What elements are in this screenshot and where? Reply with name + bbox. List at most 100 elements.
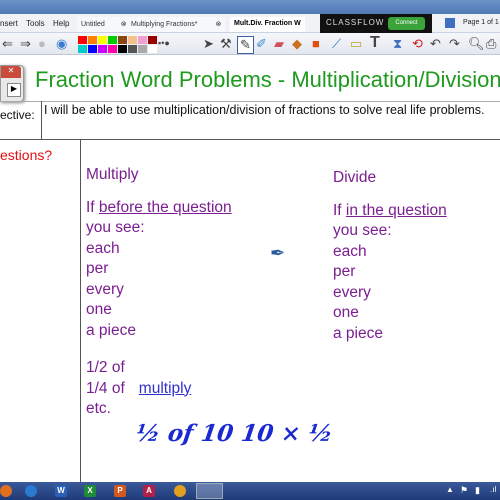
- color-swatch[interactable]: [148, 36, 157, 44]
- highlighter-icon[interactable]: ✐: [256, 36, 267, 52]
- signal-icon[interactable]: .ıl: [490, 485, 496, 494]
- access-icon[interactable]: A: [143, 485, 155, 497]
- classflow-logo: CLASSFLOW: [326, 18, 385, 27]
- multiply-link[interactable]: multiply: [139, 380, 192, 397]
- objective-label: ective:: [0, 108, 35, 122]
- eraser-icon[interactable]: ▰: [274, 36, 284, 52]
- color-swatch[interactable]: [108, 36, 117, 44]
- reveal-icon[interactable]: ⧗: [393, 36, 402, 52]
- keyword: one: [86, 301, 112, 318]
- keyword: a piece: [86, 321, 136, 339]
- close-tab-icon[interactable]: ⊗: [215, 21, 221, 28]
- if-prefix: If: [86, 198, 99, 216]
- network-icon[interactable]: [25, 485, 37, 497]
- keyword: every: [86, 280, 124, 298]
- color-swatch[interactable]: [98, 45, 107, 53]
- tab-label: Multiplying Fractions*: [131, 21, 198, 28]
- action-center-flag-icon[interactable]: ⚑: [460, 485, 468, 496]
- color-swatch[interactable]: [118, 45, 127, 53]
- window-title-bar: [0, 0, 500, 14]
- close-tab-icon[interactable]: ⊗: [121, 21, 127, 28]
- tools-icon[interactable]: ⚒: [220, 36, 232, 52]
- color-swatch[interactable]: [148, 45, 157, 53]
- printer-icon[interactable]: ⎙: [486, 36, 496, 52]
- you-see: you see:: [333, 222, 392, 239]
- keyword: a piece: [333, 324, 383, 342]
- redo-icon[interactable]: ↷: [449, 36, 460, 52]
- menu-insert[interactable]: nsert: [0, 19, 18, 28]
- color-swatch[interactable]: [108, 45, 117, 53]
- divider: [0, 101, 500, 102]
- color-swatch[interactable]: [88, 45, 97, 53]
- select-icon[interactable]: ➤: [203, 36, 214, 52]
- divide-column: Divide If in the question you see: each …: [333, 168, 447, 344]
- color-swatch[interactable]: [88, 36, 97, 44]
- divider: [41, 101, 42, 139]
- undo-icon[interactable]: ↶: [430, 36, 441, 52]
- before-the-question-link[interactable]: before the question: [99, 199, 232, 216]
- fraction-example: 1/4 of: [86, 379, 125, 397]
- color-swatch[interactable]: [128, 45, 137, 53]
- color-swatch[interactable]: [78, 45, 87, 53]
- menu-tools[interactable]: Tools: [26, 19, 45, 28]
- color-swatch[interactable]: [138, 36, 147, 44]
- activinspire-taskbar-button[interactable]: [196, 483, 223, 499]
- next-page-icon[interactable]: ⇒: [20, 36, 31, 52]
- chrome-icon[interactable]: [174, 485, 186, 497]
- slide-title: Fraction Word Problems - Multiplication/…: [35, 67, 500, 92]
- tab-mult-div-fraction[interactable]: Mult.Div. Fraction W: [230, 17, 305, 32]
- pen-width-icon[interactable]: ▪•●: [158, 38, 170, 48]
- show-hidden-icons[interactable]: ▲: [446, 485, 454, 494]
- divider: [80, 139, 81, 482]
- keyword: each: [333, 242, 367, 260]
- firefox-icon[interactable]: [0, 485, 12, 497]
- taskbar: W X P A ▲ ⚑ ▮ .ıl: [0, 482, 500, 500]
- you-see: you see:: [86, 219, 145, 236]
- browser-icon[interactable]: ◉: [56, 36, 67, 52]
- pen-cursor-icon: ✒: [270, 243, 286, 263]
- fraction-example: 1/2 of: [86, 359, 125, 376]
- keyword: per: [86, 260, 109, 277]
- handwritten-annotation: ½ of 10 10 × ½: [134, 420, 335, 447]
- pen-icon[interactable]: ✎: [237, 36, 254, 54]
- tab-untitled[interactable]: Untitled ⊗: [77, 17, 131, 32]
- page-thumbnail-icon[interactable]: [445, 18, 455, 28]
- reset-icon[interactable]: ⟲: [412, 36, 423, 52]
- tab-label: Untitled: [81, 21, 105, 28]
- if-prefix: If: [333, 201, 346, 219]
- color-swatch[interactable]: [138, 45, 147, 53]
- connector-icon[interactable]: ⟋: [332, 36, 341, 52]
- power-icon[interactable]: ▮: [475, 485, 480, 496]
- zoom-icon[interactable]: 🔍︎: [468, 36, 485, 52]
- color-swatch[interactable]: [128, 36, 137, 44]
- color-swatch[interactable]: [118, 36, 127, 44]
- multiply-column: Multiply If before the question you see:…: [86, 165, 232, 420]
- etc-text: etc.: [86, 400, 111, 417]
- classflow-bar: CLASSFLOW Connect: [320, 14, 432, 33]
- page-navigator: ✕ ▶: [0, 65, 24, 102]
- page-indicator: Page 1 of 1: [463, 19, 499, 26]
- shape-icon[interactable]: ■: [312, 36, 320, 51]
- text-box-icon[interactable]: ▭: [350, 36, 362, 52]
- play-icon[interactable]: ●: [38, 36, 46, 51]
- multiply-heading: Multiply: [86, 166, 139, 183]
- excel-icon[interactable]: X: [84, 485, 96, 497]
- fill-icon[interactable]: ◆: [292, 36, 302, 52]
- keyword: one: [333, 304, 359, 321]
- connect-button[interactable]: Connect: [388, 17, 425, 30]
- text-icon[interactable]: T: [370, 34, 380, 52]
- keyword: each: [86, 239, 120, 257]
- next-arrow-icon[interactable]: ▶: [7, 83, 21, 97]
- tab-multiplying-fractions[interactable]: Multiplying Fractions* ⊗: [127, 17, 226, 32]
- word-icon[interactable]: W: [55, 485, 67, 497]
- color-swatch[interactable]: [98, 36, 107, 44]
- powerpoint-icon[interactable]: P: [114, 485, 126, 497]
- divide-heading: Divide: [333, 169, 377, 186]
- color-swatch[interactable]: [78, 36, 87, 44]
- objective-text: I will be able to use multiplication/div…: [44, 103, 485, 117]
- menu-help[interactable]: Help: [53, 19, 69, 28]
- in-the-question-link[interactable]: in the question: [346, 202, 447, 219]
- previous-page-icon[interactable]: ⇐: [2, 36, 13, 52]
- close-icon[interactable]: ✕: [1, 66, 21, 78]
- divider: [0, 139, 500, 140]
